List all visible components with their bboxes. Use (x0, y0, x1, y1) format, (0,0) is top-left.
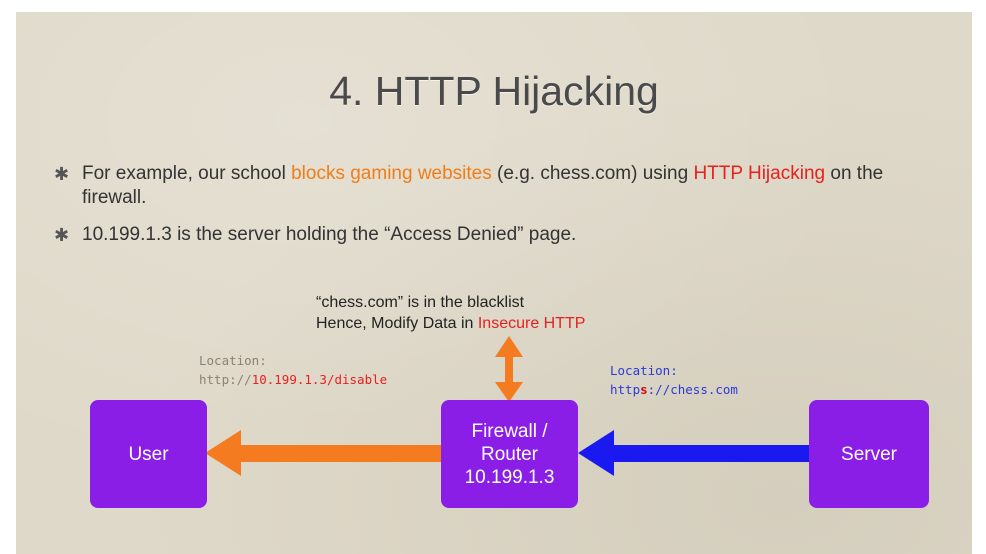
server-node-label: Server (841, 443, 897, 465)
firewall-label-line2: Router (480, 443, 539, 465)
left-arrow-orange (205, 430, 442, 476)
firewall-router-node: Firewall / Router 10.199.1.3 (441, 400, 578, 508)
server-node: Server (809, 400, 929, 508)
slide: 4. HTTP Hijacking ✱ For example, our sch… (16, 12, 972, 554)
firewall-label-line3: 10.199.1.3 (464, 466, 555, 488)
double-vertical-arrow-orange (495, 336, 523, 402)
user-node: User (90, 400, 207, 508)
user-node-label: User (128, 443, 169, 465)
left-arrow-blue (578, 430, 810, 476)
firewall-label-line1: Firewall / (471, 420, 548, 442)
